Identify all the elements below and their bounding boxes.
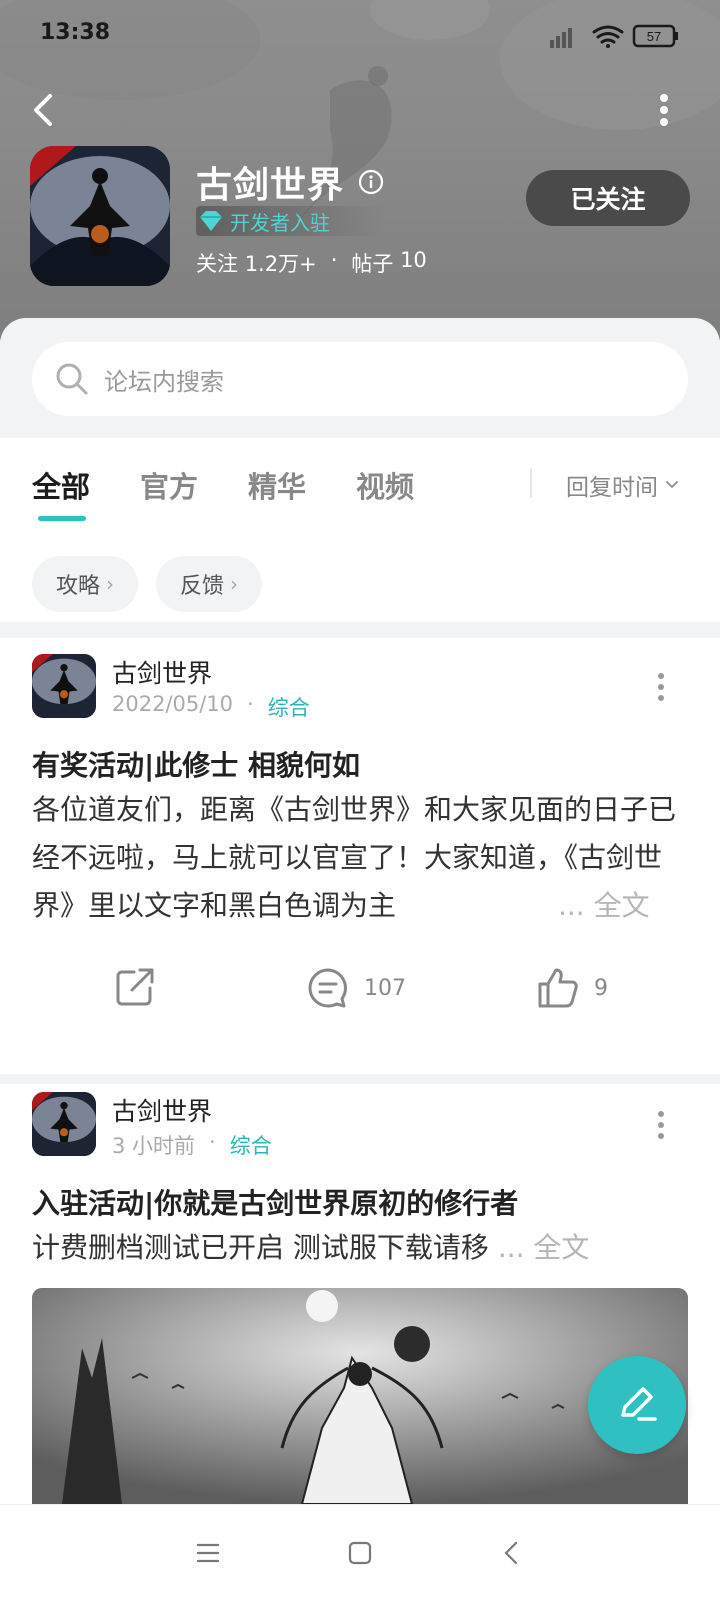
post-excerpt[interactable]: 计费删档测试已开启 测试服下载请移 ... 全文	[32, 1224, 688, 1272]
diamond-icon	[200, 211, 222, 231]
app-name-row: 古剑世界	[196, 156, 384, 208]
wifi-icon	[592, 25, 624, 48]
sort-divider	[530, 468, 532, 498]
signal-icon	[550, 28, 572, 48]
avatar[interactable]	[32, 1092, 96, 1156]
svg-text:57: 57	[647, 29, 661, 44]
search-placeholder: 论坛内搜索	[104, 367, 224, 396]
post-actions: 107 9	[0, 966, 720, 1026]
post-more-icon[interactable]	[656, 672, 666, 702]
chip-label: 反馈	[180, 574, 225, 599]
tab-official[interactable]: 官方	[140, 464, 198, 506]
posts-count: 10	[400, 248, 427, 272]
chip-label: 攻略	[56, 574, 101, 599]
ellipsis: ...	[497, 1231, 525, 1264]
tab-featured[interactable]: 精华	[248, 464, 306, 506]
posts-label: 帖子	[351, 252, 394, 276]
follow-button[interactable]: 已关注	[526, 170, 690, 226]
nav-back-icon[interactable]	[494, 1535, 530, 1571]
menu-icon[interactable]	[190, 1535, 226, 1571]
app-icon-art	[30, 146, 170, 286]
active-tab-indicator	[38, 516, 86, 521]
meta-separator: ·	[247, 692, 254, 716]
avatar-art	[32, 1092, 96, 1156]
home-icon[interactable]	[342, 1535, 378, 1571]
app-icon	[30, 146, 170, 286]
chevron-right-icon: ›	[230, 572, 239, 596]
chevron-right-icon: ›	[106, 572, 115, 596]
post-meta: 2022/05/10 · 综合	[112, 692, 310, 722]
post-meta: 3 小时前 · 综合	[112, 1130, 272, 1160]
read-more[interactable]: ... 全文	[552, 882, 650, 930]
like-count: 9	[594, 975, 608, 1001]
post-more-icon[interactable]	[656, 1110, 666, 1140]
avatar-art	[32, 654, 96, 718]
share-button[interactable]	[114, 966, 156, 1008]
post-card[interactable]: 古剑世界 2022/05/10 · 综合 有奖活动|此修士 相貌何如 各位道友们…	[0, 638, 720, 1074]
new-post-button[interactable]	[588, 1356, 686, 1454]
followers-label: 关注	[196, 252, 238, 276]
info-icon[interactable]	[358, 169, 384, 195]
search-icon	[56, 363, 88, 395]
stats-separator: ·	[330, 248, 338, 272]
post-date: 2022/05/10	[112, 692, 234, 716]
share-icon	[116, 968, 154, 1006]
chip-feedback[interactable]: 反馈 ›	[156, 556, 263, 612]
post-body-text: 计费删档测试已开启 测试服下载请移	[32, 1231, 489, 1264]
sort-dropdown[interactable]: 回复时间	[566, 468, 680, 502]
tab-video[interactable]: 视频	[356, 464, 414, 506]
tab-all[interactable]: 全部	[32, 464, 90, 506]
post-title[interactable]: 有奖活动|此修士 相貌何如	[32, 744, 360, 784]
pen-icon	[621, 1387, 657, 1421]
ellipsis: ...	[558, 889, 585, 922]
battery-icon: 57	[632, 24, 678, 48]
search-section: 论坛内搜索	[0, 318, 720, 438]
post-date: 3 小时前	[112, 1134, 196, 1158]
developer-badge-label: 开发者入驻	[230, 210, 330, 235]
comment-button[interactable]: 107	[306, 966, 406, 1010]
post-category[interactable]: 综合	[268, 692, 310, 722]
chip-guides[interactable]: 攻略 ›	[32, 556, 139, 612]
post-author[interactable]: 古剑世界	[112, 654, 212, 690]
post-author[interactable]: 古剑世界	[112, 1092, 212, 1128]
chevron-down-icon	[666, 481, 678, 489]
thumbs-up-icon	[538, 968, 578, 1008]
avatar[interactable]	[32, 654, 96, 718]
tab-bar: 全部 官方 精华 视频 回复时间 攻略 › 反馈 ›	[0, 438, 720, 622]
app-name: 古剑世界	[196, 165, 345, 206]
back-arrow-icon[interactable]	[26, 88, 66, 132]
status-bar: 13:38 57	[0, 0, 720, 70]
developer-badge[interactable]: 开发者入驻	[196, 206, 386, 236]
status-icons: 57	[550, 24, 678, 48]
status-time: 13:38	[40, 20, 111, 45]
meta-separator: ·	[209, 1130, 216, 1154]
followers-count: 1.2万+	[244, 252, 317, 276]
search-input[interactable]: 论坛内搜索	[32, 342, 688, 416]
full-text-link: 全文	[593, 889, 650, 922]
more-vertical-icon[interactable]	[652, 92, 676, 128]
sort-label: 回复时间	[566, 475, 658, 501]
forum-header: 13:38 57 古剑世界 开发者入驻 关注 1.2万+ · 帖子 10 已关注	[0, 0, 720, 340]
post-category[interactable]: 综合	[230, 1130, 272, 1160]
forum-stats: 关注 1.2万+ · 帖子 10	[196, 248, 427, 278]
full-text-link: 全文	[533, 1231, 590, 1264]
comment-count: 107	[364, 975, 406, 1001]
system-nav-bar	[0, 1504, 720, 1600]
like-button[interactable]: 9	[536, 966, 608, 1010]
comment-icon	[308, 968, 347, 1008]
post-title[interactable]: 入驻活动|你就是古剑世界原初的修行者	[32, 1182, 518, 1222]
